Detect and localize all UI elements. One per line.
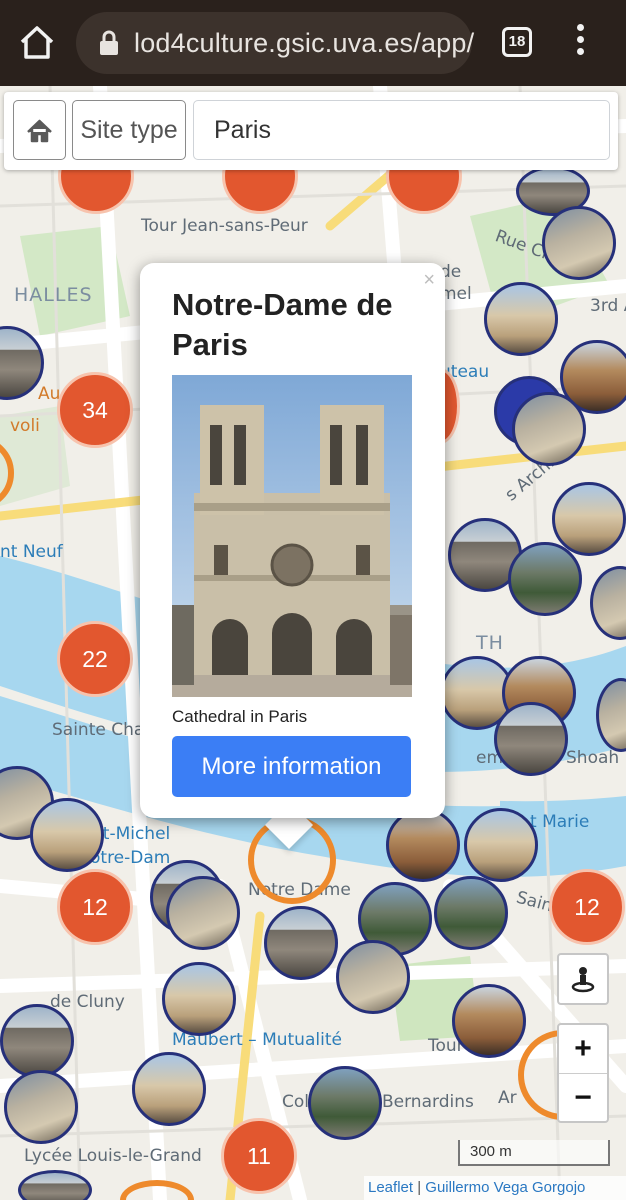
map-label-shoah: Shoah [566,748,620,768]
site-marker[interactable] [30,798,104,872]
site-marker[interactable] [508,542,582,616]
notre-dame-image [172,375,412,697]
site-popup: × Notre-Dame de Paris Cathedral in Paris… [140,263,445,818]
site-marker[interactable] [494,702,568,776]
author-link[interactable]: Guillermo Vega Gorgojo [425,1179,585,1196]
address-bar[interactable]: lod4culture.gsic.uva.es/app/ [76,12,475,74]
map-label-pont-neuf: nt Neuf [0,542,63,562]
cluster-marker-11[interactable]: 11 [221,1118,297,1194]
map-attribution: Leaflet | Guillermo Vega Gorgojo [364,1176,626,1200]
map-label-3rd: 3rd A [590,296,626,316]
zoom-control: + − [557,1023,609,1123]
zoom-out-button[interactable]: − [559,1074,607,1123]
site-marker[interactable] [386,808,460,882]
site-marker[interactable] [264,906,338,980]
search-input[interactable]: Paris [193,100,610,160]
site-marker[interactable] [542,206,616,280]
map-label-district: TH [476,632,504,654]
attribution-separator: | [413,1179,426,1196]
more-information-button[interactable]: More information [172,736,411,797]
leaflet-link[interactable]: Leaflet [368,1179,413,1196]
site-marker[interactable] [512,392,586,466]
map-label-lycee: Lycée Louis-le-Grand [24,1146,202,1166]
map-label-ar: Ar [498,1088,517,1108]
site-marker[interactable] [4,1070,78,1144]
cluster-marker-34[interactable]: 34 [57,372,133,448]
site-marker[interactable] [452,984,526,1058]
close-icon[interactable]: × [423,269,435,292]
site-marker[interactable] [464,808,538,882]
map-label-tour-jean: Tour Jean-sans-Peur [141,216,308,236]
map-label-cluny: de Cluny [50,992,125,1012]
site-marker[interactable] [166,876,240,950]
site-marker[interactable] [308,1066,382,1140]
zoom-in-button[interactable]: + [559,1025,607,1074]
site-marker[interactable] [162,962,236,1036]
map-label-col: Col [282,1092,309,1112]
search-toolbar: Site type Paris [4,92,618,170]
lock-icon [98,30,120,56]
browser-toolbar: lod4culture.gsic.uva.es/app/ 18 [0,0,626,86]
site-marker[interactable] [0,1004,74,1078]
site-marker[interactable] [132,1052,206,1126]
url-text: lod4culture.gsic.uva.es/app/ [134,28,475,58]
person-location-icon [571,967,595,993]
site-marker[interactable] [434,876,508,950]
home-icon [27,119,52,143]
site-marker[interactable] [552,482,626,556]
cluster-marker-12-east[interactable]: 12 [549,869,625,945]
browser-menu-icon[interactable] [572,24,588,64]
popup-title: Notre-Dame de Paris [172,287,393,362]
site-type-button[interactable]: Site type [72,100,186,160]
map-label-bernardins: Bernardins [382,1092,474,1112]
map-scale: 300 m [458,1140,610,1166]
site-marker[interactable] [484,282,558,356]
map-label-halles: HALLES [14,284,93,306]
cluster-marker-12[interactable]: 12 [57,869,133,945]
map-label-notre-dame-station: otre-Dam [90,848,171,868]
cluster-marker-22[interactable]: 22 [57,621,133,697]
site-marker[interactable] [336,940,410,1014]
locate-button[interactable] [557,953,609,1005]
home-button[interactable] [13,100,66,160]
map-label-marie: t Marie [530,812,590,832]
popup-description: Cathedral in Paris [172,707,308,726]
map-label-sainte-chapelle: Sainte Cha [52,720,145,740]
tab-count-button[interactable]: 18 [502,27,532,57]
browser-home-icon[interactable] [18,24,56,62]
map-label-voli: voli [10,416,40,436]
